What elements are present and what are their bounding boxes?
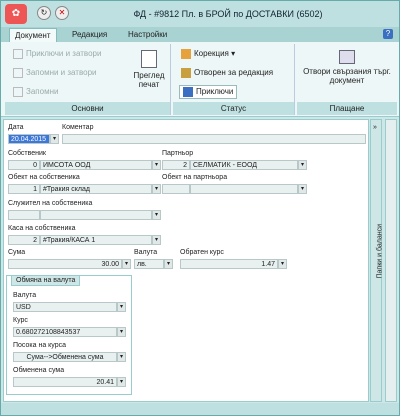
currency-dropdown-icon[interactable]: ▾ <box>164 259 173 269</box>
tab-settings[interactable]: Настройки <box>123 28 172 42</box>
exchanged-input[interactable]: 20.41 <box>13 377 117 387</box>
currency-label: Валута <box>134 249 158 256</box>
open-edit-button[interactable]: Отворен за редакция <box>181 68 273 78</box>
ribbon-tabs: Документ Редакция Настройки ? <box>1 27 399 42</box>
exchange-title[interactable]: Обмяна на валута <box>11 275 81 286</box>
folders-balances-tab[interactable]: Папки и баланси <box>377 169 384 278</box>
rate-input[interactable]: 0.680272108843537 <box>13 327 117 337</box>
save-button[interactable]: Запомни <box>13 87 58 97</box>
direction-dropdown-icon[interactable]: ▾ <box>117 352 126 362</box>
reverse-rate-input[interactable]: 1.47 <box>180 259 278 269</box>
partner-dropdown-icon[interactable]: ▾ <box>298 160 307 170</box>
employee-input[interactable] <box>40 210 152 220</box>
employee-label: Служител на собственика <box>8 200 93 207</box>
owner-code[interactable]: 0 <box>8 160 40 170</box>
finish-close-button[interactable]: Приключи и затвори <box>13 49 101 59</box>
group-label-payment: Плащане <box>297 102 397 115</box>
lock-icon <box>181 68 191 78</box>
title-bar: ✿ ↻ ✕ ФД - #9812 Пл. в БРОЙ по ДОСТАВКИ … <box>1 1 399 27</box>
comment-input[interactable] <box>62 134 366 144</box>
direction-select[interactable]: Сума-->Обменена сума <box>13 352 117 362</box>
partner-object-input[interactable] <box>190 184 298 194</box>
cash-dropdown-icon[interactable]: ▾ <box>152 235 161 245</box>
date-label: Дата <box>8 124 24 131</box>
ex-currency-input[interactable]: USD <box>13 302 117 312</box>
amount-dropdown-icon[interactable]: ▾ <box>122 259 131 269</box>
rate-label: Курс <box>13 317 28 324</box>
owner-object-dropdown-icon[interactable]: ▾ <box>152 184 161 194</box>
partner-object-code[interactable] <box>162 184 190 194</box>
partner-object-dropdown-icon[interactable]: ▾ <box>298 184 307 194</box>
tab-document[interactable]: Документ <box>9 28 57 42</box>
date-input[interactable]: 20.04.2015 <box>8 134 50 144</box>
cash-label: Каса на собственика <box>8 225 76 232</box>
open-edit-label: Отворен за редакция <box>194 68 274 78</box>
correction-button[interactable]: Корекция ▾ <box>181 49 235 59</box>
pencil-icon <box>181 49 191 59</box>
group-label-osnovni: Основни <box>5 102 170 115</box>
reverse-rate-label: Обратен курс <box>180 249 224 256</box>
amount-label: Сума <box>8 249 26 256</box>
group-status: Корекция ▾ Отворен за редакция Приключи … <box>173 44 295 115</box>
owner-object-code[interactable]: 1 <box>8 184 40 194</box>
group-osnovni: Приключи и затвори Запомни и затвори Зап… <box>5 44 171 115</box>
expand-icon[interactable]: » <box>373 124 377 131</box>
vertical-scrollbar[interactable] <box>385 119 397 402</box>
cash-code[interactable]: 2 <box>8 235 40 245</box>
open-linked-doc-label: Отвори свързания търг. документ <box>303 67 391 85</box>
document-form: Дата 20.04.2015 ▾ Коментар Собственик 0 … <box>3 119 369 402</box>
amount-input[interactable]: 30.00 <box>8 259 122 269</box>
folders-side-panel[interactable]: » Папки и баланси <box>370 119 384 402</box>
owner-label: Собственик <box>8 150 46 157</box>
tab-edit[interactable]: Редакция <box>67 28 112 42</box>
help-icon[interactable]: ? <box>383 29 393 39</box>
comment-label: Коментар <box>62 124 94 131</box>
print-preview-label: Преглед печат <box>133 71 165 89</box>
exchange-fieldset: Обмяна на валута Валута USD ▾ Курс 0.680… <box>6 275 132 395</box>
currency-input[interactable]: лв. <box>134 259 164 269</box>
owner-dropdown-icon[interactable]: ▾ <box>152 160 161 170</box>
partner-label: Партньор <box>162 150 194 157</box>
document-icon <box>13 49 23 59</box>
ex-currency-dropdown-icon[interactable]: ▾ <box>117 302 126 312</box>
employee-dropdown-icon[interactable]: ▾ <box>152 210 161 220</box>
finish-icon <box>183 87 193 97</box>
exchanged-label: Обменена сума <box>13 367 65 374</box>
exchanged-dropdown-icon[interactable]: ▾ <box>117 377 126 387</box>
partner-object-label: Обект на партньора <box>162 174 228 181</box>
window-title: ФД - #9812 Пл. в БРОЙ по ДОСТАВКИ (6502) <box>133 9 323 19</box>
owner-input[interactable]: ИМСОТА ООД <box>40 160 152 170</box>
direction-label: Посока на курса <box>13 342 67 349</box>
ribbon: Приключи и затвори Запомни и затвори Зап… <box>1 42 399 117</box>
employee-code[interactable] <box>8 210 40 220</box>
group-payment: Отвори свързания търг. документ Плащане <box>297 44 397 115</box>
print-preview-icon <box>141 50 157 68</box>
ex-currency-label: Валута <box>13 292 37 299</box>
group-label-status: Статус <box>173 102 294 115</box>
save-label: Запомни <box>26 87 59 97</box>
open-linked-doc-button[interactable]: Отвори свързания търг. документ <box>301 50 393 85</box>
partner-input[interactable]: СЕЛМАТИК - ЕООД <box>190 160 298 170</box>
save-icon <box>13 87 23 97</box>
linked-doc-icon <box>339 50 355 64</box>
app-menu-button[interactable]: ✿ <box>5 4 27 24</box>
window: ✿ ↻ ✕ ФД - #9812 Пл. в БРОЙ по ДОСТАВКИ … <box>0 0 400 416</box>
owner-object-label: Обект на собственика <box>8 174 80 181</box>
owner-object-input[interactable]: #Тракия склад <box>40 184 152 194</box>
reverse-rate-dropdown-icon[interactable]: ▾ <box>278 259 287 269</box>
finish-button[interactable]: Приключи <box>179 85 238 99</box>
date-dropdown-icon[interactable]: ▾ <box>50 134 59 144</box>
save-icon <box>13 68 23 78</box>
save-close-label: Запомни и затвори <box>26 68 97 78</box>
correction-label: Корекция <box>194 49 229 59</box>
status-bar <box>1 403 399 415</box>
save-close-button[interactable]: Запомни и затвори <box>13 68 97 78</box>
refresh-icon[interactable]: ↻ <box>37 6 51 20</box>
finish-label: Приключи <box>196 87 234 97</box>
cash-input[interactable]: #Тракия/КАСА 1 <box>40 235 152 245</box>
print-preview-button[interactable]: Преглед печат <box>129 50 169 89</box>
partner-code[interactable]: 2 <box>162 160 190 170</box>
rate-dropdown-icon[interactable]: ▾ <box>117 327 126 337</box>
finish-close-label: Приключи и затвори <box>26 49 102 59</box>
